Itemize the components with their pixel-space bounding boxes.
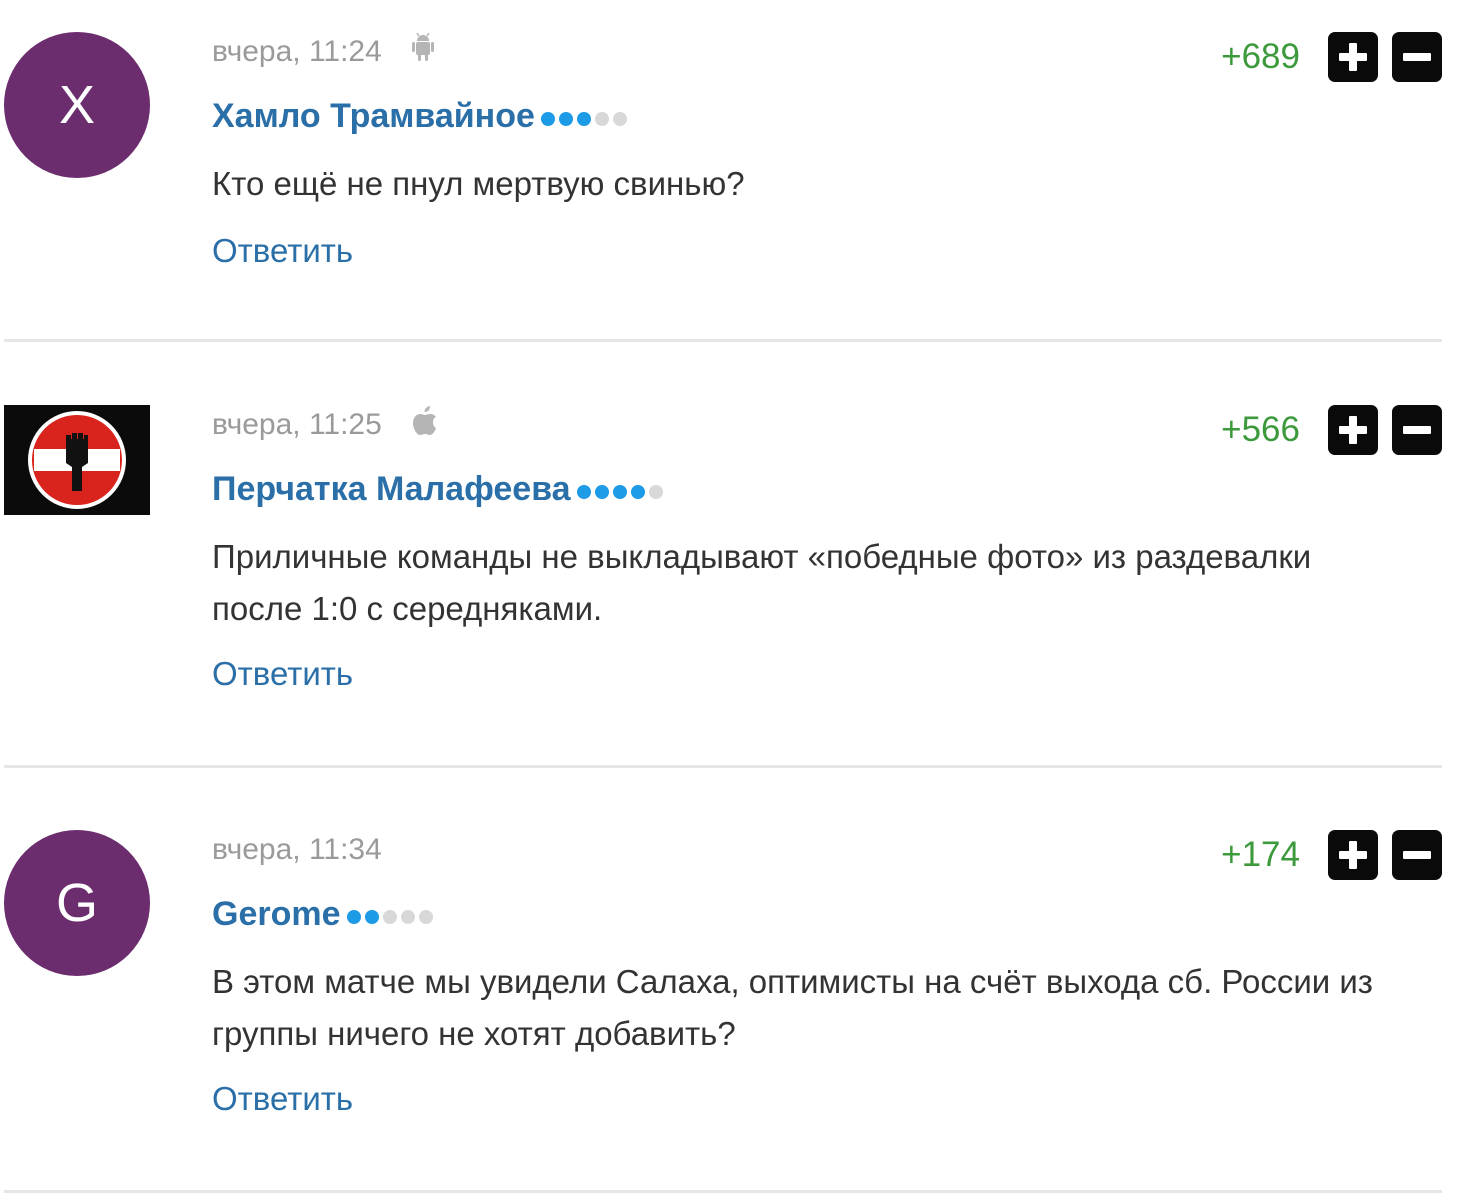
- upvote-button[interactable]: [1328, 830, 1378, 880]
- upvote-button[interactable]: [1328, 32, 1378, 82]
- no-entry-fist-icon: [4, 405, 150, 515]
- score: +566: [1221, 410, 1300, 449]
- avatar[interactable]: [4, 405, 150, 515]
- author-name[interactable]: Перчатка Малафеева: [212, 467, 667, 511]
- rank-dot-on: [594, 485, 609, 500]
- apple-icon: [412, 405, 438, 447]
- downvote-button[interactable]: [1392, 32, 1442, 82]
- rating-controls: +689: [1221, 32, 1442, 82]
- rating-controls: +566: [1221, 405, 1442, 455]
- rank-dot-off: [418, 910, 433, 925]
- android-icon: [412, 32, 435, 74]
- author-name[interactable]: Gerome: [212, 892, 437, 936]
- minus-icon: [1403, 53, 1431, 61]
- minus-icon: [1403, 851, 1431, 859]
- rank-dot-off: [382, 910, 397, 925]
- score: +689: [1221, 37, 1300, 76]
- comment-text: Приличные команды не выкладывают «победн…: [212, 538, 1312, 627]
- rank-dot-on: [558, 112, 573, 127]
- rank-dot-on: [364, 910, 379, 925]
- avatar[interactable]: G: [4, 830, 150, 976]
- divider: [4, 765, 1442, 768]
- rating-controls: +174: [1221, 830, 1442, 880]
- comment-meta: вчера, 11:24: [212, 32, 435, 74]
- comment-text: В этом матче мы увидели Салаха, оптимист…: [212, 963, 1373, 1052]
- reply-link[interactable]: Ответить: [212, 1080, 353, 1118]
- rank-dot-on: [576, 485, 591, 500]
- reply-link[interactable]: Ответить: [212, 232, 353, 270]
- rank-dot-on: [576, 112, 591, 127]
- avatar[interactable]: X: [4, 32, 150, 178]
- rank-dot-on: [346, 910, 361, 925]
- rank-dot-off: [400, 910, 415, 925]
- divider: [4, 339, 1442, 342]
- rank-dots: [346, 891, 437, 935]
- timestamp: вчера, 11:34: [212, 833, 382, 866]
- rank-dot-on: [630, 485, 645, 500]
- author-name[interactable]: Хамло Трамвайное: [212, 94, 631, 138]
- rank-dots: [576, 466, 667, 510]
- downvote-button[interactable]: [1392, 830, 1442, 880]
- timestamp: вчера, 11:25: [212, 408, 382, 441]
- timestamp: вчера, 11:24: [212, 35, 382, 68]
- comment-meta: вчера, 11:25: [212, 405, 438, 445]
- upvote-button[interactable]: [1328, 405, 1378, 455]
- score: +174: [1221, 835, 1300, 874]
- rank-dot-on: [540, 112, 555, 127]
- comment-text: Кто ещё не пнул мертвую свинью?: [212, 165, 745, 202]
- reply-link[interactable]: Ответить: [212, 655, 353, 693]
- rank-dot-off: [594, 112, 609, 127]
- divider: [4, 1190, 1442, 1193]
- downvote-button[interactable]: [1392, 405, 1442, 455]
- rank-dot-off: [648, 485, 663, 500]
- rank-dot-on: [612, 485, 627, 500]
- rank-dots: [540, 93, 631, 137]
- rank-dot-off: [612, 112, 627, 127]
- minus-icon: [1403, 426, 1431, 434]
- comment-meta: вчера, 11:34: [212, 830, 382, 870]
